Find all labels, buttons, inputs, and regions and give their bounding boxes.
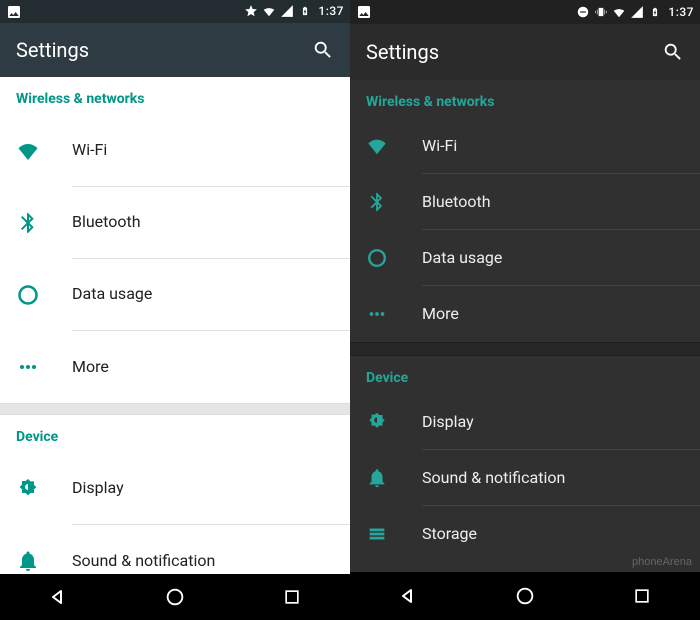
vibrate-icon <box>594 5 608 19</box>
section-divider <box>0 403 350 415</box>
settings-item-label: Sound & notification <box>422 468 700 488</box>
bell-icon <box>366 467 422 489</box>
recents-button[interactable] <box>278 583 306 611</box>
settings-item-label: Sound & notification <box>72 551 350 571</box>
signal-icon <box>280 4 294 18</box>
section-header-wireless: Wireless & networks <box>0 77 350 115</box>
settings-item-more[interactable]: More <box>0 331 350 403</box>
star-icon <box>244 4 258 18</box>
navigation-bar <box>350 572 700 620</box>
battery-charging-icon <box>298 4 312 18</box>
settings-item-label: Wi-Fi <box>422 136 700 156</box>
navigation-bar <box>0 574 350 620</box>
settings-list: Wireless & networks Wi-Fi Bluetooth Data… <box>350 80 700 572</box>
settings-item-data-usage[interactable]: Data usage <box>0 259 350 331</box>
settings-item-label: Display <box>422 412 700 432</box>
data-usage-icon <box>366 247 422 269</box>
data-usage-icon <box>16 283 72 307</box>
settings-item-label: Bluetooth <box>72 212 350 232</box>
settings-item-label: Data usage <box>72 284 350 304</box>
settings-item-display[interactable]: Display <box>350 394 700 450</box>
brightness-icon <box>366 411 422 433</box>
more-horiz-icon <box>16 355 72 379</box>
settings-item-sound[interactable]: Sound & notification <box>350 450 700 506</box>
section-header-device: Device <box>0 415 350 453</box>
status-time: 1:37 <box>318 4 344 18</box>
home-button[interactable] <box>511 582 539 610</box>
recents-button[interactable] <box>628 582 656 610</box>
settings-item-label: Wi-Fi <box>72 140 350 160</box>
settings-list: Wireless & networks Wi-Fi Bluetooth Data… <box>0 77 350 575</box>
app-title: Settings <box>366 40 439 64</box>
back-button[interactable] <box>394 582 422 610</box>
settings-item-bluetooth[interactable]: Bluetooth <box>350 174 700 230</box>
settings-item-label: Display <box>72 478 350 498</box>
status-bar: 1:37 <box>350 0 700 24</box>
battery-charging-icon <box>648 5 662 19</box>
search-icon[interactable] <box>662 41 684 63</box>
signal-icon <box>630 5 644 19</box>
settings-item-storage[interactable]: Storage <box>350 506 700 562</box>
picture-icon <box>6 4 22 20</box>
settings-screen-dark: 1:37 Settings Wireless & networks Wi-Fi … <box>350 0 700 620</box>
more-horiz-icon <box>366 303 422 325</box>
bluetooth-icon <box>16 211 72 235</box>
bell-icon <box>16 549 72 573</box>
search-icon[interactable] <box>312 39 334 61</box>
wifi-icon <box>612 5 626 19</box>
settings-item-wifi[interactable]: Wi-Fi <box>350 118 700 174</box>
picture-icon <box>356 4 372 20</box>
settings-item-display[interactable]: Display <box>0 453 350 525</box>
settings-item-label: Storage <box>422 524 700 544</box>
settings-item-label: Bluetooth <box>422 192 700 212</box>
brightness-icon <box>16 477 72 501</box>
app-bar: Settings <box>0 23 350 77</box>
settings-item-sound[interactable]: Sound & notification <box>0 525 350 575</box>
wifi-icon <box>16 139 72 163</box>
wifi-icon <box>262 4 276 18</box>
home-button[interactable] <box>161 583 189 611</box>
app-title: Settings <box>16 38 89 62</box>
back-button[interactable] <box>44 583 72 611</box>
settings-item-wifi[interactable]: Wi-Fi <box>0 115 350 187</box>
section-header-wireless: Wireless & networks <box>350 80 700 118</box>
settings-item-more[interactable]: More <box>350 286 700 342</box>
status-time: 1:37 <box>668 5 694 19</box>
settings-item-bluetooth[interactable]: Bluetooth <box>0 187 350 259</box>
settings-screen-light: 1:37 Settings Wireless & networks Wi-Fi … <box>0 0 350 620</box>
settings-item-label: More <box>72 357 350 377</box>
bluetooth-icon <box>366 191 422 213</box>
settings-item-data-usage[interactable]: Data usage <box>350 230 700 286</box>
wifi-icon <box>366 135 422 157</box>
dnd-icon <box>576 5 590 19</box>
section-divider <box>350 342 700 356</box>
settings-item-label: More <box>422 304 700 324</box>
section-header-device: Device <box>350 356 700 394</box>
storage-icon <box>366 523 422 545</box>
app-bar: Settings <box>350 24 700 80</box>
status-bar: 1:37 <box>0 0 350 23</box>
settings-item-label: Data usage <box>422 248 700 268</box>
